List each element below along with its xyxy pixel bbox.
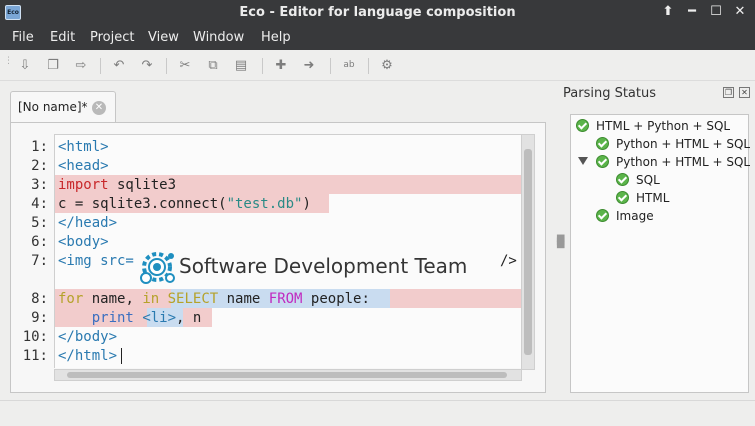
line-number: 5:	[31, 215, 48, 231]
code-line: <img src=	[58, 253, 134, 269]
line-number: 1:	[31, 139, 48, 155]
line-number: 10:	[22, 329, 48, 345]
splitter-handle[interactable]: ■ ■ ■	[556, 234, 565, 250]
tree-item[interactable]: SQL	[636, 173, 660, 187]
paste-icon[interactable]: ▤	[232, 57, 250, 74]
line-number: 3:	[31, 177, 48, 193]
arrow-right-icon[interactable]: ➜	[300, 57, 318, 74]
code-line: for name, in SELECT name FROM people:	[58, 291, 370, 307]
toolbar-separator	[330, 58, 331, 74]
settings-icon[interactable]: ⚙	[378, 57, 396, 74]
toolbar-separator	[166, 58, 167, 74]
tree-item[interactable]: Image	[616, 209, 654, 223]
ok-status-icon	[596, 209, 609, 222]
toolbar-separator	[368, 58, 369, 74]
tab-label: [No name]*	[18, 100, 88, 114]
line-number: 11:	[22, 348, 48, 364]
scrollbar-thumb[interactable]	[524, 149, 532, 355]
code-line: </head>	[58, 215, 118, 231]
tree-item[interactable]: HTML + Python + SQL	[596, 119, 730, 133]
spellcheck-icon[interactable]: ab	[340, 57, 358, 74]
line-number: 2:	[31, 158, 48, 174]
menu-bar: File Edit Project View Window Help	[0, 26, 755, 50]
horizontal-scrollbar[interactable]	[54, 369, 522, 381]
window-title: Eco - Editor for language composition	[239, 5, 516, 20]
maximize-button[interactable]: ☐	[708, 4, 724, 20]
line-number: 7:	[31, 253, 48, 269]
menu-help[interactable]: Help	[261, 30, 291, 45]
embedded-logo-image: Software Development Team	[138, 248, 493, 286]
code-line: c = sqlite3.connect("test.db")	[58, 196, 311, 212]
add-icon[interactable]: ✚	[272, 57, 290, 74]
menu-view[interactable]: View	[148, 30, 179, 45]
line-number: 9:	[31, 310, 48, 326]
code-line: <head>	[58, 158, 109, 174]
panel-title: Parsing Status	[563, 86, 656, 101]
line-number: 8:	[31, 291, 48, 307]
ok-status-icon	[576, 119, 589, 132]
ok-status-icon	[596, 137, 609, 150]
toolbar-grip-icon: ⋮	[4, 56, 13, 66]
redo-icon[interactable]: ↷	[138, 57, 156, 74]
copy-file-icon[interactable]: ❐	[44, 57, 62, 74]
menu-edit[interactable]: Edit	[50, 30, 75, 45]
tab-no-name[interactable]: [No name]* ✕	[10, 91, 116, 123]
toolbar: ⋮ ⇩ ❐ ⇨ ↶ ↷ ✂ ⧉ ▤ ✚ ➜ ab ⚙	[0, 50, 755, 81]
export-icon[interactable]: ⇨	[72, 57, 90, 74]
minimize-button[interactable]: ━	[684, 4, 700, 20]
menu-window[interactable]: Window	[193, 30, 244, 45]
status-bar	[0, 400, 755, 426]
line-number: 4:	[31, 196, 48, 212]
code-line: print <li>, n	[91, 310, 202, 326]
copy-icon[interactable]: ⧉	[204, 57, 222, 74]
code-line: <html>	[58, 139, 109, 155]
import-icon[interactable]: ⇩	[16, 57, 34, 74]
code-line: />	[500, 253, 517, 269]
keep-above-button[interactable]: ⬆	[660, 4, 676, 20]
code-line: <body>	[58, 234, 109, 250]
tree-item[interactable]: Python + HTML + SQL	[616, 155, 750, 169]
close-panel-icon[interactable]: ✕	[739, 87, 750, 98]
logo-text: Software Development Team	[179, 254, 468, 278]
toolbar-separator	[100, 58, 101, 74]
vertical-scrollbar[interactable]	[521, 134, 535, 370]
text-cursor	[121, 348, 122, 364]
code-line: </body>	[58, 329, 118, 345]
float-panel-icon[interactable]: ❐	[723, 87, 734, 98]
close-tab-icon[interactable]: ✕	[92, 101, 106, 115]
ok-status-icon	[616, 173, 629, 186]
cut-icon[interactable]: ✂	[176, 57, 194, 74]
title-bar: Eco Eco - Editor for language compositio…	[0, 0, 755, 26]
undo-icon[interactable]: ↶	[110, 57, 128, 74]
menu-project[interactable]: Project	[90, 30, 134, 45]
gear-logo-icon	[140, 252, 175, 284]
expand-arrow-icon[interactable]	[578, 157, 588, 165]
code-line: import sqlite3	[58, 177, 177, 193]
code-line: </html>	[58, 348, 118, 364]
toolbar-separator	[262, 58, 263, 74]
line-number: 6:	[31, 234, 48, 250]
tree-item[interactable]: Python + HTML + SQL	[616, 137, 750, 151]
ok-status-icon	[616, 191, 629, 204]
close-button[interactable]: ✕	[732, 4, 748, 20]
scrollbar-thumb[interactable]	[67, 372, 507, 378]
menu-file[interactable]: File	[12, 30, 34, 45]
tree-item[interactable]: HTML	[636, 191, 669, 205]
ok-status-icon	[596, 155, 609, 168]
